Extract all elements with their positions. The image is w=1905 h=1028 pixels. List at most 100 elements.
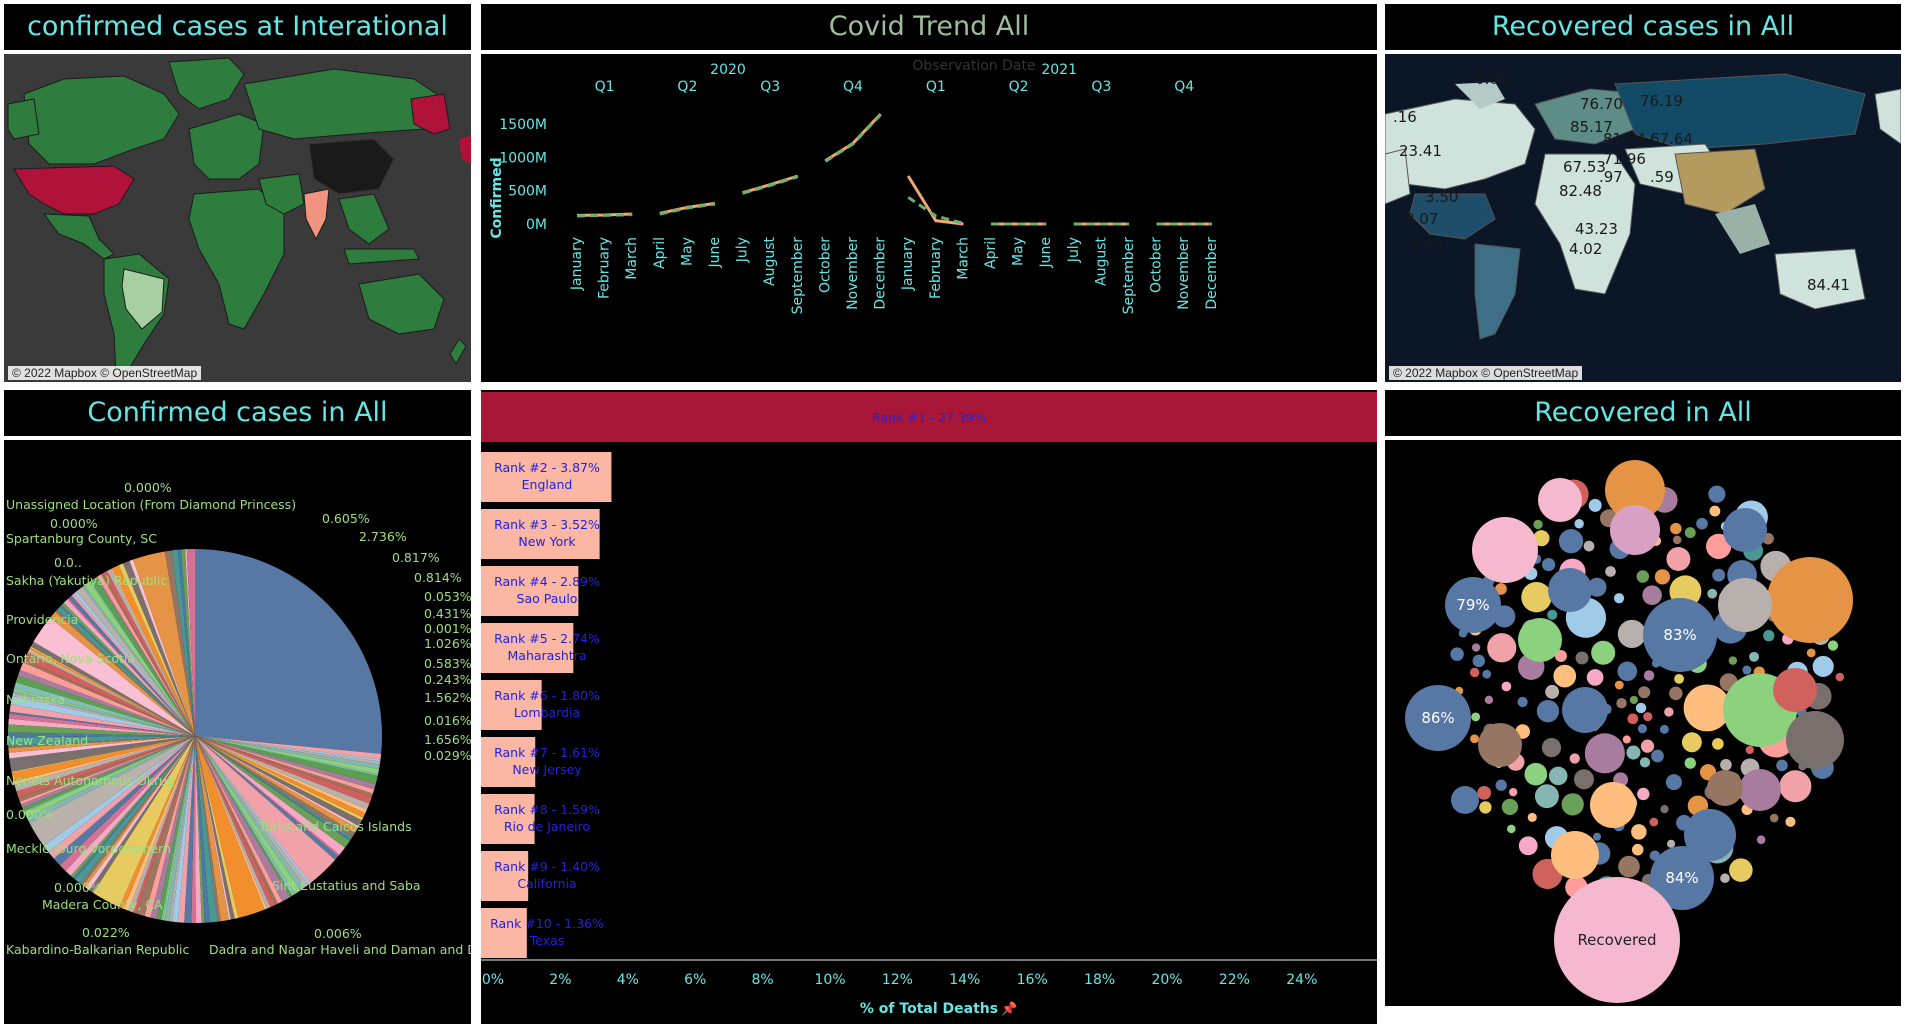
bubble[interactable] <box>1636 570 1650 583</box>
bubble[interactable] <box>1640 739 1655 753</box>
bubble[interactable] <box>1659 724 1669 734</box>
intl-map[interactable]: © 2022 Mapbox © OpenStreetMap <box>4 54 471 382</box>
bubble[interactable] <box>1588 498 1602 512</box>
bubble[interactable] <box>1586 669 1604 686</box>
bubble[interactable] <box>1707 588 1718 599</box>
bubble[interactable] <box>1742 665 1752 675</box>
bubble[interactable] <box>1776 759 1788 772</box>
trend-chart[interactable]: Observation Date Confirmed 2020 2021 Q1 Q2… <box>481 54 1377 382</box>
bubble[interactable] <box>1642 585 1662 605</box>
bubble[interactable] <box>1708 485 1726 503</box>
bubble[interactable] <box>1575 651 1589 665</box>
bubble[interactable] <box>1507 824 1516 834</box>
bubble[interactable] <box>1684 757 1696 769</box>
bubble-large[interactable] <box>1684 809 1736 861</box>
bubble-large[interactable] <box>1538 478 1582 522</box>
bubble[interactable] <box>1617 661 1638 682</box>
bubble[interactable] <box>1756 835 1766 844</box>
bubble-large[interactable] <box>1707 770 1743 806</box>
bubble[interactable] <box>1806 648 1816 658</box>
bubble[interactable] <box>1518 836 1538 856</box>
bubble[interactable] <box>1542 558 1556 572</box>
bubble[interactable] <box>1470 734 1480 744</box>
bubble[interactable] <box>1729 858 1753 882</box>
bubble[interactable] <box>1548 766 1568 786</box>
pie-slice[interactable] <box>195 549 382 736</box>
bubble[interactable] <box>1763 630 1775 642</box>
bubble[interactable] <box>1631 824 1647 840</box>
bubble[interactable] <box>1482 669 1492 679</box>
bubble[interactable] <box>1605 566 1616 577</box>
bubble[interactable] <box>1638 686 1651 699</box>
bubble[interactable] <box>1501 681 1512 692</box>
bubble-large[interactable] <box>1590 782 1636 828</box>
bubble[interactable] <box>1613 593 1625 604</box>
bubble[interactable] <box>1712 738 1724 750</box>
bubble[interactable] <box>1835 672 1845 682</box>
bubble[interactable] <box>1635 702 1647 714</box>
bubble-large[interactable] <box>1548 568 1592 612</box>
bubble[interactable] <box>1665 774 1682 791</box>
bubble-large[interactable] <box>1451 786 1479 814</box>
bubble[interactable] <box>1501 798 1519 816</box>
bubble-large[interactable] <box>1551 831 1599 879</box>
bubble-large[interactable] <box>1562 687 1608 733</box>
bubble[interactable] <box>1472 654 1486 668</box>
bubble[interactable] <box>1643 712 1653 722</box>
bubble[interactable] <box>1681 732 1702 753</box>
bubble[interactable] <box>1769 813 1779 823</box>
bubble[interactable] <box>1573 769 1594 790</box>
bubble[interactable] <box>1561 793 1584 816</box>
bubble[interactable] <box>1709 505 1721 517</box>
bubble[interactable] <box>1450 647 1464 661</box>
bubble-large[interactable] <box>1518 618 1562 662</box>
bubble[interactable] <box>1616 697 1627 709</box>
bubble[interactable] <box>1617 619 1646 649</box>
bubble[interactable] <box>1487 633 1517 663</box>
bubble[interactable] <box>1637 724 1647 734</box>
bubble-large[interactable] <box>1739 769 1781 811</box>
bubble[interactable] <box>1827 640 1839 651</box>
bubble[interactable] <box>1672 535 1682 545</box>
pie-chart[interactable]: 0.000% Unassigned Location (From Diamond … <box>4 440 471 1024</box>
bubble[interactable] <box>1583 540 1595 552</box>
bubble[interactable] <box>1558 529 1584 554</box>
bubble[interactable] <box>1618 855 1640 878</box>
bubble[interactable] <box>1696 517 1708 530</box>
bubble[interactable] <box>1533 519 1543 530</box>
bubble[interactable] <box>1745 745 1754 755</box>
bubble[interactable] <box>1667 839 1676 848</box>
bubble[interactable] <box>1527 812 1537 822</box>
bubble[interactable] <box>1479 801 1492 814</box>
bubble[interactable] <box>1785 816 1796 827</box>
bubble[interactable] <box>1495 779 1507 791</box>
bubble[interactable] <box>1627 713 1639 725</box>
bubble[interactable] <box>1477 785 1492 800</box>
bubble-large[interactable] <box>1786 711 1844 769</box>
bubble[interactable] <box>1669 686 1683 701</box>
bubble[interactable] <box>1629 695 1638 705</box>
bubble[interactable] <box>1626 745 1641 760</box>
bubble[interactable] <box>1660 805 1669 814</box>
bubble[interactable] <box>1471 643 1481 652</box>
bubble[interactable] <box>1536 699 1560 723</box>
bubble-large[interactable] <box>1472 517 1538 583</box>
bubble-chart[interactable]: 79% 83% 86% 84% Recovered <box>1385 440 1901 1006</box>
bubble[interactable] <box>1639 757 1651 768</box>
bubble[interactable] <box>1728 656 1738 665</box>
bubble[interactable] <box>1469 667 1480 678</box>
bubble-large[interactable] <box>1478 723 1522 767</box>
bubble[interactable] <box>1553 664 1577 688</box>
deaths-bar-chart[interactable]: Rank #1 - 27.39% Rank #2 - 3.87% England Ra… <box>481 390 1377 1024</box>
bubble[interactable] <box>1584 733 1625 774</box>
bubble-large[interactable] <box>1718 578 1772 632</box>
bubble[interactable] <box>1812 655 1834 677</box>
bubble[interactable] <box>1666 547 1691 571</box>
bubble[interactable] <box>1591 640 1616 665</box>
bubble[interactable] <box>1643 670 1655 681</box>
bubble[interactable] <box>1547 609 1558 620</box>
bubble[interactable] <box>1631 843 1644 856</box>
bubble[interactable] <box>1574 519 1584 529</box>
bubble[interactable] <box>1541 737 1562 758</box>
pin-icon[interactable]: 📌 <box>1001 1000 1017 1017</box>
